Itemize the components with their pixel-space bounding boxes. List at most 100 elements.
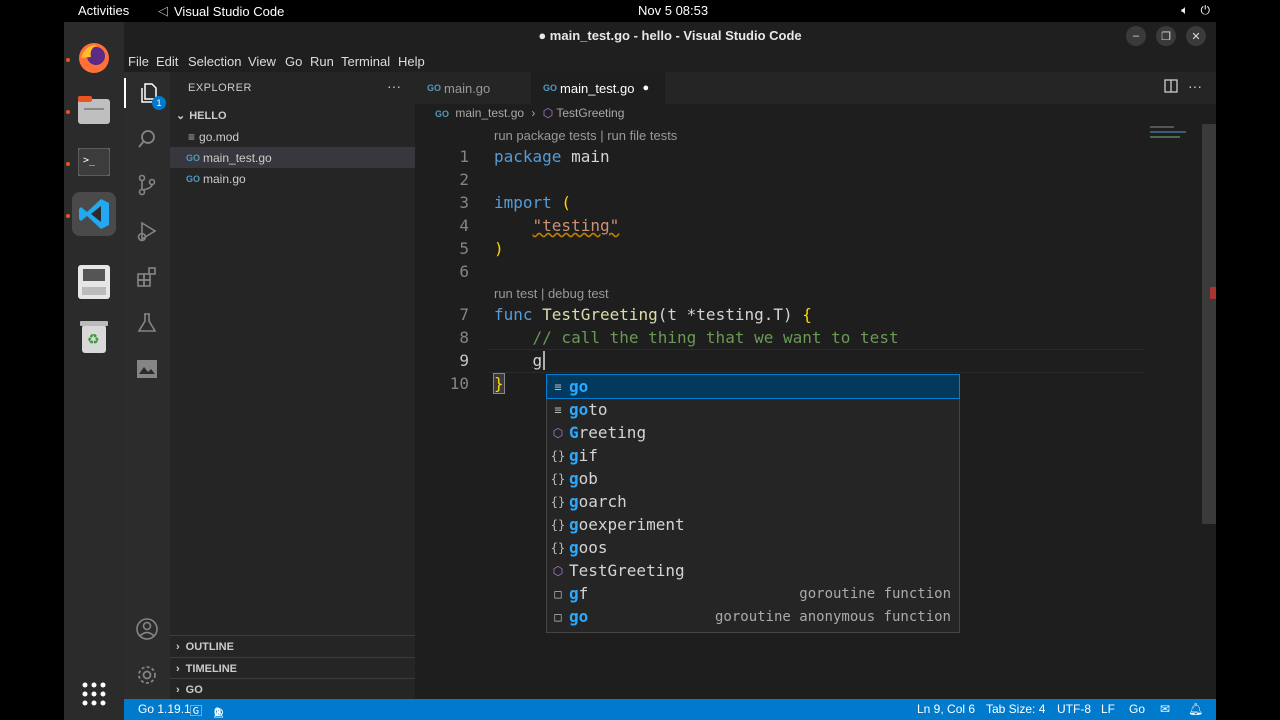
tab-main-test-go[interactable]: GO main_test.go ●	[531, 72, 665, 104]
files-icon[interactable]	[72, 88, 116, 132]
suggestion-match: g	[569, 584, 579, 603]
suggestion-item[interactable]: {} g oos	[547, 536, 959, 559]
terminal-icon[interactable]: >_	[72, 140, 116, 184]
menu-edit[interactable]: Edit	[156, 54, 178, 69]
clock[interactable]: Nov 5 08:53	[638, 3, 708, 18]
codelens-package-tests[interactable]: run package tests | run file tests	[494, 128, 677, 143]
suggestion-item[interactable]: ⬡ Greeting	[547, 421, 959, 444]
menu-selection[interactable]: Selection	[188, 54, 241, 69]
suggestion-kind-icon: □	[554, 609, 562, 624]
encoding[interactable]: UTF-8	[1057, 702, 1091, 716]
suggestion-item[interactable]: {} g ob	[547, 467, 959, 490]
trash-icon[interactable]: ♻	[72, 314, 116, 358]
code-line-8[interactable]: // call the thing that we want to test	[494, 328, 899, 347]
suggestion-kind-icon: □	[554, 586, 562, 601]
section-outline[interactable]: › OUTLINE	[170, 635, 415, 657]
line-number: 6	[459, 262, 469, 281]
code-line-4[interactable]: "testing"	[494, 216, 620, 235]
file-go-mod[interactable]: ≡ go.mod	[170, 126, 415, 147]
language-mode[interactable]: Go	[1129, 702, 1145, 716]
restore-button[interactable]: ❐	[1156, 26, 1176, 46]
menu-terminal[interactable]: Terminal	[341, 54, 390, 69]
code-line-7[interactable]: func TestGreeting(t *testing.T) {	[494, 305, 812, 324]
go-version[interactable]: Go 1.19.1	[138, 702, 191, 716]
suggestion-item[interactable]: {} g oarch	[547, 490, 959, 513]
file-label: go.mod	[199, 129, 240, 144]
folder-label: HELLO	[189, 109, 227, 122]
unsaved-dot-icon[interactable]: ●	[642, 82, 649, 94]
settings-gear-icon[interactable]	[132, 660, 162, 690]
more-actions-icon[interactable]: ···	[1188, 78, 1202, 94]
firefox-icon[interactable]	[72, 36, 116, 80]
section-timeline[interactable]: › TIMELINE	[170, 657, 415, 679]
suggestion-match: go	[569, 377, 589, 396]
code-line-3[interactable]: import (	[494, 193, 571, 212]
search-icon[interactable]	[132, 124, 162, 154]
suggestion-kind-icon: ⬡	[552, 563, 564, 578]
section-go[interactable]: › GO	[170, 678, 415, 700]
suggestion-item[interactable]: ≡ go to	[547, 398, 959, 421]
testing-icon[interactable]	[132, 308, 162, 338]
tab-label: main.go	[444, 80, 491, 96]
show-apps-icon[interactable]	[72, 672, 116, 716]
vscode-icon[interactable]	[72, 192, 116, 236]
close-button[interactable]: ✕	[1186, 26, 1206, 46]
suggestion-item[interactable]: {} g if	[547, 444, 959, 467]
account-icon[interactable]	[132, 614, 162, 644]
line-number: 4	[459, 216, 469, 235]
save-disk-icon[interactable]	[72, 260, 116, 304]
menu-file[interactable]: File	[128, 54, 149, 69]
code-line-9[interactable]: g​	[494, 351, 546, 370]
folder-hello[interactable]: ⌄ HELLO	[170, 105, 415, 126]
suggestion-item[interactable]: ⬡ TestGreeting	[547, 559, 959, 582]
feedback-icon[interactable]: ✉	[1160, 702, 1170, 716]
split-editor-icon[interactable]	[1164, 79, 1178, 98]
menu-help[interactable]: Help	[398, 54, 425, 69]
end-of-line[interactable]: LF	[1101, 702, 1115, 716]
suggestion-item[interactable]: □ g f goroutine function	[547, 582, 959, 605]
explorer-icon[interactable]: 1	[124, 78, 172, 110]
source-control-icon[interactable]	[132, 170, 162, 200]
menu-view[interactable]: View	[248, 54, 276, 69]
section-label: TIMELINE	[185, 662, 238, 675]
chevron-down-icon: ⌄	[176, 110, 186, 122]
file-main-test-go[interactable]: GO main_test.go	[170, 147, 415, 168]
breadcrumb-file[interactable]: main_test.go	[455, 106, 524, 120]
cursor-position[interactable]: Ln 9, Col 6	[917, 702, 975, 716]
extensions-icon[interactable]	[132, 262, 162, 292]
app-menu[interactable]: ◁ Visual Studio Code	[158, 3, 284, 19]
suggestion-kind-icon: {}	[550, 494, 566, 509]
menu-run[interactable]: Run	[310, 54, 334, 69]
notifications-bell-icon[interactable]: 🔔︎	[1188, 702, 1203, 716]
tab-size[interactable]: Tab Size: 4	[986, 702, 1045, 716]
codelens-run-test[interactable]: run test | debug test	[494, 286, 609, 301]
tab-main-go[interactable]: GO main.go	[415, 72, 531, 104]
explorer-more-button[interactable]: ···	[387, 78, 401, 94]
minimap[interactable]	[1150, 124, 1200, 138]
run-debug-icon[interactable]	[132, 216, 162, 246]
suggest-widget[interactable]: ≡ go ≡ go to ⬡ Greeting{} g if{} g ob{} g oarch{} g oe…	[546, 374, 960, 633]
code-line-5[interactable]: )	[494, 239, 504, 258]
menu-go[interactable]: Go	[285, 54, 302, 69]
minimize-button[interactable]: –	[1126, 26, 1146, 46]
system-tray[interactable]: 🔈︎ ⏻	[1181, 3, 1210, 18]
suggestion-kind-icon: ≡	[554, 402, 562, 417]
vertical-scrollbar[interactable]	[1202, 124, 1216, 524]
tab-label: main_test.go	[560, 80, 635, 96]
line-number: 1	[459, 147, 469, 166]
suggestion-item[interactable]: {} g oexperiment	[547, 513, 959, 536]
right-letterbox	[1216, 0, 1280, 720]
window-title-bar[interactable]: ● main_test.go - hello - Visual Studio C…	[124, 22, 1216, 50]
file-main-go[interactable]: GO main.go	[170, 168, 415, 189]
suggestion-label: oarch	[578, 492, 627, 511]
breadcrumb-symbol[interactable]: TestGreeting	[556, 106, 624, 120]
activity-bar: 1	[124, 72, 170, 699]
remote-explorer-icon[interactable]	[132, 354, 162, 384]
suggestion-item[interactable]: ≡ go	[546, 374, 960, 399]
code-line-10[interactable]: }	[493, 373, 505, 394]
go-file-icon: GO	[543, 83, 558, 93]
suggestion-kind-icon: {}	[550, 448, 566, 463]
suggestion-item[interactable]: □ go goroutine anonymous function	[547, 605, 959, 628]
code-line-1[interactable]: package main	[494, 147, 610, 166]
activities-button[interactable]: Activities	[78, 3, 129, 18]
